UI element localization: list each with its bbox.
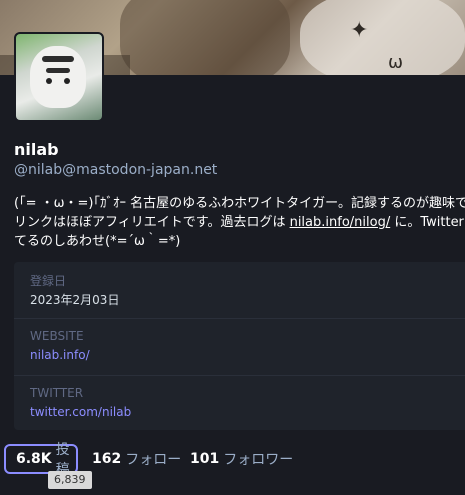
field-label: 登録日 <box>30 274 67 288</box>
following-count-tab[interactable]: 162 フォロー <box>92 444 181 474</box>
field-value: 2023年2月03日 <box>30 293 120 307</box>
profile-page: ✦ ω nilab @nilab@mastodon-japan.net (｢= … <box>0 0 465 495</box>
posts-count-tooltip: 6,839 <box>48 471 92 489</box>
website-link[interactable]: nilab.info/ <box>30 348 90 362</box>
followers-count: 101 <box>190 451 220 467</box>
banner-mouth-icon: ω <box>388 52 404 73</box>
followers-count-tab[interactable]: 101 フォロワー <box>190 444 293 474</box>
posts-count-tab[interactable]: 6.8K 投稿 <box>4 442 78 478</box>
followers-label: フォロワー <box>223 452 294 468</box>
avatar-eye <box>46 78 52 84</box>
bio-line: (｢= ・ω・=)｢ｶﾞｵｰ 名古屋のゆるふわホワイトタイガー。記録するのが趣味… <box>14 196 465 211</box>
avatar[interactable] <box>14 32 104 122</box>
twitter-link[interactable]: twitter.com/nilab <box>30 405 131 419</box>
avatar-stripe <box>46 68 70 73</box>
avatar-eye <box>64 78 70 84</box>
following-label: フォロー <box>125 452 182 468</box>
field-label: WEBSITE <box>30 329 84 343</box>
profile-bio: (｢= ・ω・=)｢ｶﾞｵｰ 名古屋のゆるふわホワイトタイガー。記録するのが趣味… <box>14 194 465 251</box>
bio-line: てるのしあわせ(*=´ω｀=*) <box>14 234 181 249</box>
posts-count: 6.8K <box>16 451 52 467</box>
banner-figure <box>120 0 290 75</box>
bio-line: リンクはほぼアフィリエイトです。過去ログは nilab.info/nilog/ … <box>14 213 465 232</box>
profile-fields: 登録日 2023年2月03日 WEBSITE nilab.info/ TWITT… <box>14 262 465 430</box>
field-website: WEBSITE nilab.info/ <box>14 319 465 376</box>
bio-link-nilog[interactable]: nilab.info/nilog/ <box>290 215 391 230</box>
avatar-stripe <box>42 56 74 62</box>
account-handle: @nilab@mastodon-japan.net <box>14 162 218 178</box>
bio-text: に。Twitter <box>390 215 464 230</box>
banner-star-icon: ✦ <box>350 18 369 43</box>
bio-text: リンクはほぼアフィリエイトです。過去ログは <box>14 215 290 230</box>
field-joined: 登録日 2023年2月03日 <box>14 262 465 319</box>
field-twitter: TWITTER twitter.com/nilab <box>14 376 465 432</box>
field-label: TWITTER <box>30 386 84 400</box>
following-count: 162 <box>92 451 122 467</box>
display-name: nilab <box>14 140 59 159</box>
banner-plush <box>300 0 465 75</box>
